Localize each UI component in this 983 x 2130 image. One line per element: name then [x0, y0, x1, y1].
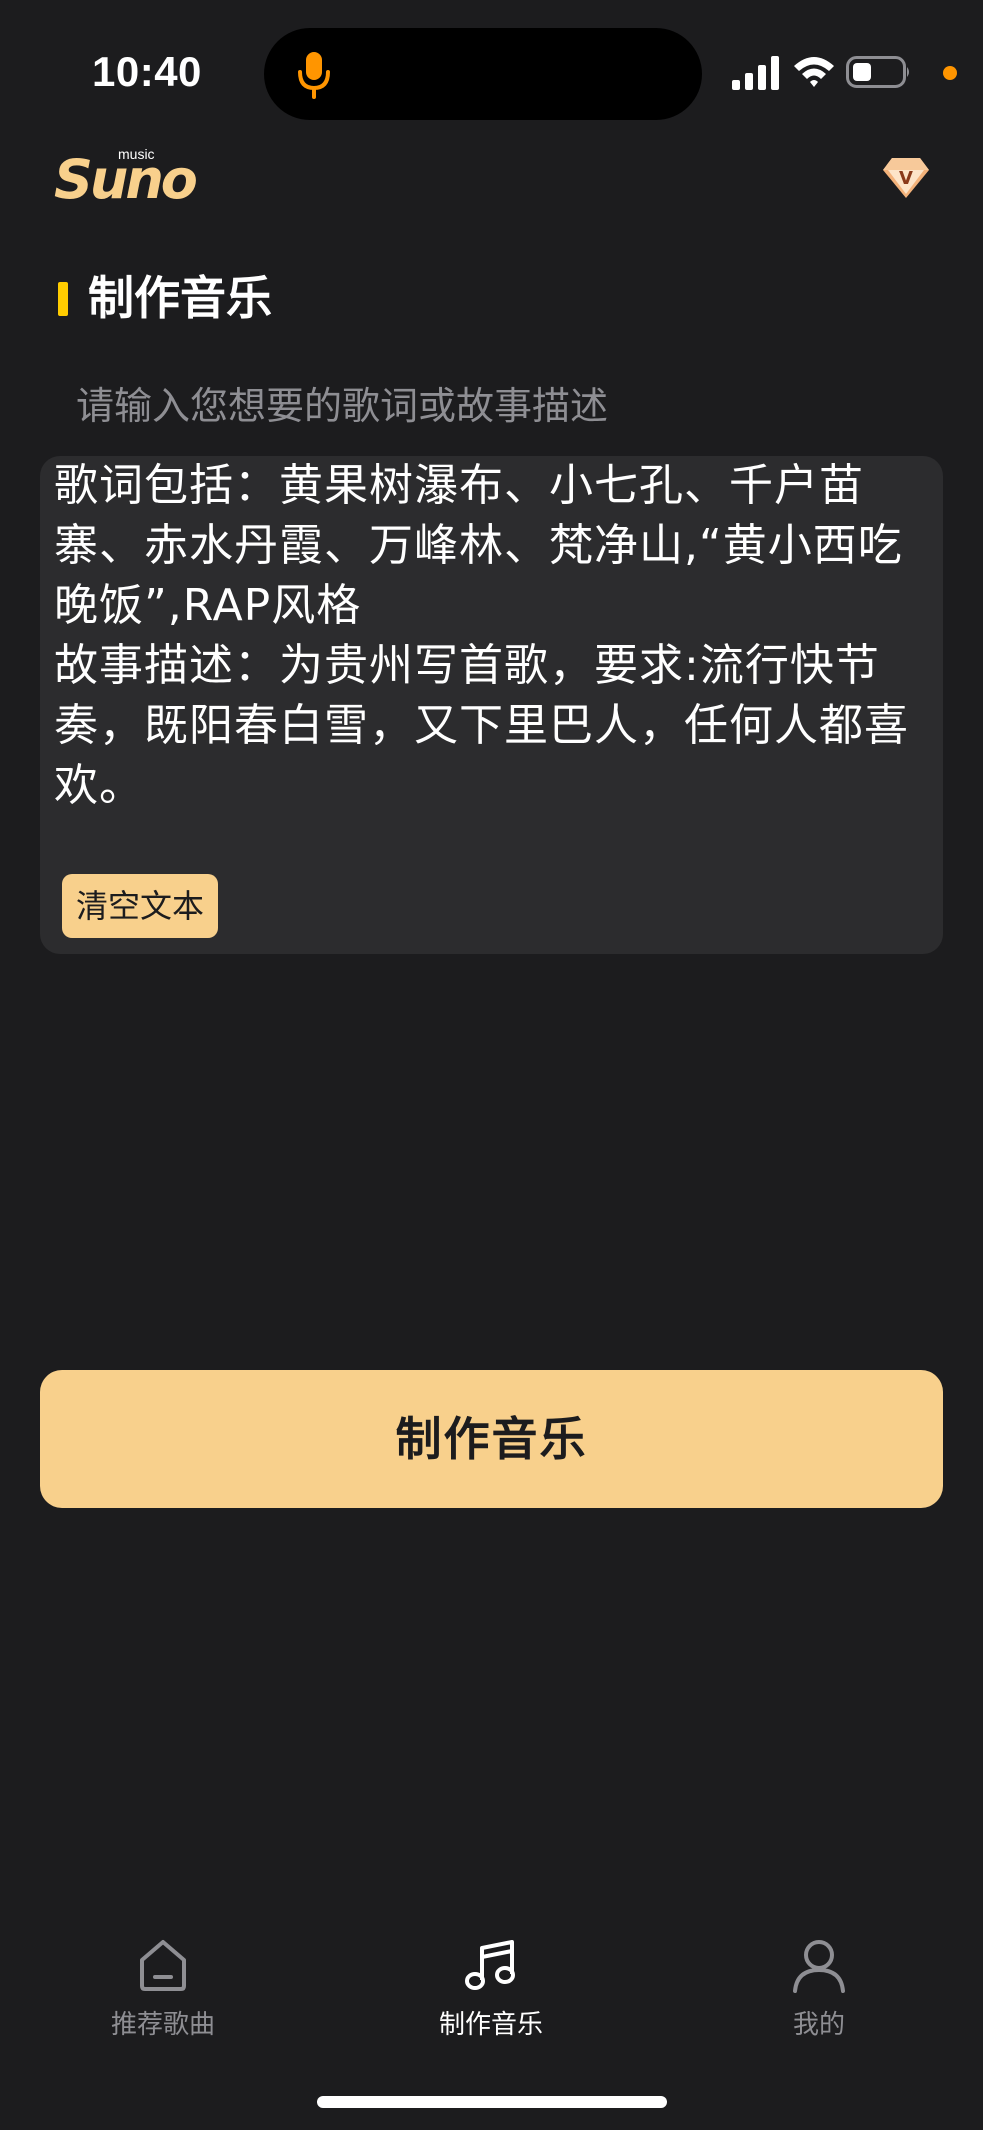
lyrics-input-value[interactable]: 歌词包括：黄果树瀑布、小七孔、千户苗寨、赤水丹霞、万峰林、梵净山,“黄小西吃晚饭…	[54, 456, 944, 816]
status-time: 10:40	[92, 48, 202, 95]
tab-make-music[interactable]: 制作音乐	[371, 1936, 611, 2056]
tab-label: 制作音乐	[438, 2010, 543, 2040]
app-logo: music Suno	[54, 146, 198, 208]
logo-wordmark: Suno	[54, 148, 198, 211]
music-note-icon	[465, 1940, 515, 1990]
lyrics-input[interactable]: 歌词包括：黄果树瀑布、小七孔、千户苗寨、赤水丹霞、万峰林、梵净山,“黄小西吃晚饭…	[40, 456, 943, 954]
tab-label: 我的	[792, 2010, 845, 2040]
tab-mine[interactable]: 我的	[699, 1936, 939, 2056]
home-indicator[interactable]	[317, 2096, 667, 2108]
make-music-button[interactable]: 制作音乐	[40, 1370, 943, 1508]
title-marker	[58, 282, 68, 316]
person-icon	[793, 1940, 845, 1993]
tab-label: 推荐歌曲	[110, 2010, 215, 2040]
vip-diamond-icon[interactable]: V	[882, 156, 930, 200]
home-icon	[140, 1940, 186, 1991]
tab-recommended-songs[interactable]: 推荐歌曲	[43, 1936, 283, 2056]
privacy-indicator-dot	[943, 66, 957, 80]
microphone-icon	[298, 52, 330, 99]
input-hint: 请输入您想要的歌词或故事描述	[76, 384, 609, 428]
page-title: 制作音乐	[88, 271, 272, 325]
dynamic-island	[264, 28, 702, 120]
wifi-icon	[794, 57, 834, 87]
svg-text:V: V	[899, 168, 913, 189]
cellular-signal-icon	[732, 56, 779, 90]
battery-icon	[846, 56, 909, 88]
clear-text-button[interactable]: 清空文本	[62, 874, 219, 938]
